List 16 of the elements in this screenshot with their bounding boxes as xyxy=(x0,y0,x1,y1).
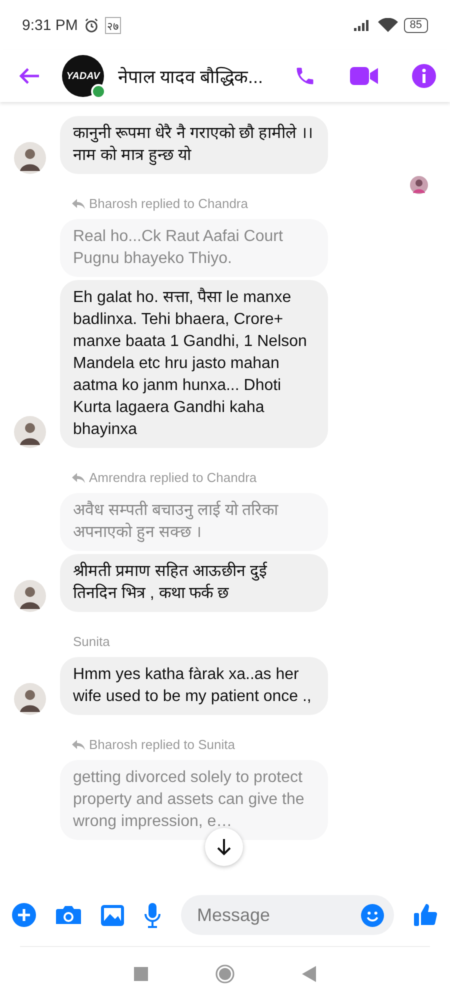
group-avatar[interactable]: YADAV xyxy=(62,55,104,97)
notification-icon: २७ xyxy=(104,16,121,34)
clock: 9:31 PM xyxy=(22,16,78,34)
message-bubble[interactable]: श्रीमती प्रमाण सहित आऊछीन दुई तिनदिन भित्र , कथा फर्क छ xyxy=(60,554,328,612)
battery-icon: 85 xyxy=(404,18,428,32)
reply-label: Bharosh replied to Sunita xyxy=(89,737,235,752)
sender-name: Sunita xyxy=(73,634,110,649)
avatar-text: YADAV xyxy=(66,70,100,82)
message-field[interactable]: Message xyxy=(181,895,394,935)
message-bubble[interactable]: Eh galat ho. सत्ता, पैसा le manxe badlinxa. Tehi bhaera, Crore+ manxe baata 1 Gandhi, 1 Nelson Mandela etc hru jasto mahan aatma ko janm hunxa... Dhoti Kurta lagaera Gandhi kaha bhayinxa xyxy=(60,280,328,448)
message-bubble[interactable]: Hmm yes katha fàrak xa..as her wife used to be my patient once ., xyxy=(60,657,328,715)
message-bubble[interactable]: कानुनी रूपमा धेरै नै गराएको छौ हामीले ।।नाम को मात्र हुन्छ यो xyxy=(60,116,328,174)
reply-label: Amrendra replied to Chandra xyxy=(89,470,257,485)
message-input[interactable]: Message xyxy=(195,904,355,926)
reply-label: Bharosh replied to Chandra xyxy=(89,196,248,211)
chat-title[interactable]: नेपाल यादव बौद्धिक... xyxy=(118,64,294,88)
